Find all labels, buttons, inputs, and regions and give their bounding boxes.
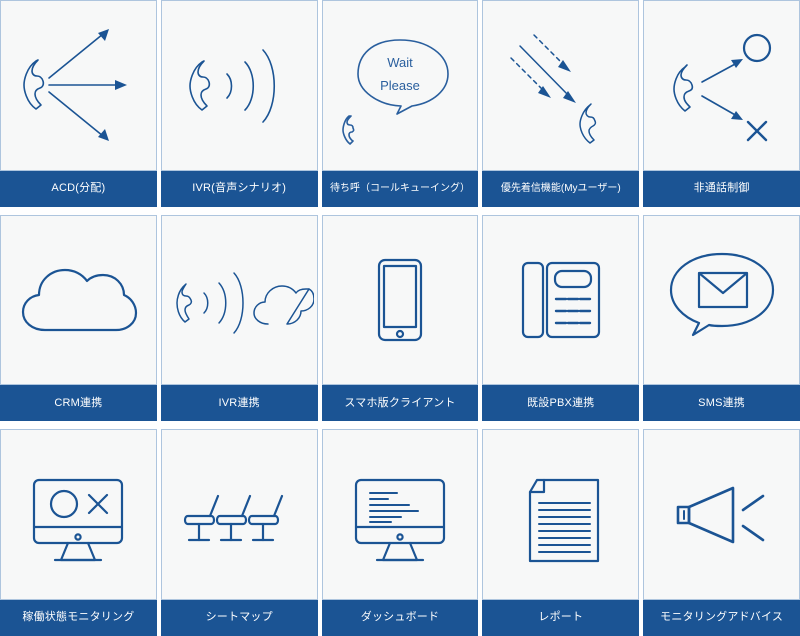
card-label-existing-pbx: 既設PBX連携 — [482, 385, 640, 422]
icon-card-non-call-control — [643, 0, 800, 171]
phone-soundwaves-cloud-icon — [176, 272, 315, 334]
feature-card-grid: ACD(分配) IVR(音声シナリオ) Wait Please 待ち呼（コールキ… — [0, 0, 800, 636]
feature-card-priority-incoming[interactable]: 優先着信機能(Myユーザー) — [482, 0, 640, 207]
wait-please-speech-bubble-icon: Wait Please — [342, 39, 449, 146]
incoming-arrows-phone-icon — [510, 34, 596, 145]
icon-card-existing-pbx — [482, 214, 640, 386]
smartphone-icon — [377, 258, 423, 342]
icon-card-priority-incoming — [482, 0, 640, 171]
feature-card-existing-pbx[interactable]: 既設PBX連携 — [482, 214, 640, 422]
card-label-status-monitoring: 稼働状態モニタリング — [0, 600, 157, 636]
card-label-report: レポート — [482, 600, 640, 636]
bubble-line-2: Please — [380, 78, 420, 93]
icon-card-seat-map — [160, 429, 318, 600]
icon-card-status-monitoring — [0, 429, 157, 600]
feature-card-sms-integration[interactable]: SMS連携 — [643, 214, 800, 422]
icon-card-monitoring-advice — [643, 429, 800, 600]
feature-card-ivr-integration[interactable]: IVR連携 — [160, 214, 318, 422]
feature-card-non-call-control[interactable]: 非通話制御 — [643, 0, 800, 207]
icon-card-call-queuing: Wait Please — [321, 0, 479, 171]
card-label-crm-integration: CRM連携 — [0, 385, 157, 422]
feature-card-call-queuing[interactable]: Wait Please 待ち呼（コールキューイング） — [321, 0, 479, 207]
card-label-ivr-integration: IVR連携 — [160, 385, 318, 422]
document-page-icon — [528, 478, 599, 562]
feature-card-status-monitoring[interactable]: 稼働状態モニタリング — [0, 429, 157, 636]
bubble-line-1: Wait — [387, 55, 413, 70]
monitor-circle-cross-icon — [33, 478, 124, 561]
megaphone-icon — [676, 486, 764, 543]
feature-card-smartphone-client[interactable]: スマホ版クライアント — [321, 214, 479, 422]
icon-card-acd — [0, 0, 157, 171]
icon-card-crm-integration — [0, 214, 157, 386]
card-label-monitoring-advice: モニタリングアドバイス — [643, 600, 800, 636]
card-label-ivr-voice-scenario: IVR(音声シナリオ) — [160, 170, 318, 207]
icon-card-report — [482, 429, 640, 600]
card-label-priority-incoming: 優先着信機能(Myユーザー) — [482, 170, 640, 207]
icon-card-dashboard — [321, 429, 479, 600]
card-label-seat-map: シートマップ — [160, 600, 318, 636]
phone-distribute-arrows-icon — [23, 29, 128, 142]
speech-bubble-envelope-icon — [669, 252, 774, 337]
feature-card-dashboard[interactable]: ダッシュボード — [321, 429, 479, 636]
icon-card-ivr-integration — [160, 214, 318, 386]
card-label-sms-integration: SMS連携 — [643, 385, 800, 422]
three-chairs-icon — [184, 494, 284, 541]
card-label-acd: ACD(分配) — [0, 170, 157, 207]
feature-card-seat-map[interactable]: シートマップ — [160, 429, 318, 636]
card-label-non-call-control: 非通話制御 — [643, 170, 800, 207]
feature-card-report[interactable]: レポート — [482, 429, 640, 636]
card-label-dashboard: ダッシュボード — [321, 600, 479, 636]
cloud-icon — [22, 268, 138, 332]
icon-card-ivr-voice-scenario — [160, 0, 318, 171]
feature-card-acd[interactable]: ACD(分配) — [0, 0, 157, 207]
card-label-call-queuing: 待ち呼（コールキューイング） — [321, 170, 479, 207]
desk-phone-icon — [521, 261, 600, 339]
feature-card-ivr-voice-scenario[interactable]: IVR(音声シナリオ) — [160, 0, 318, 207]
feature-card-crm-integration[interactable]: CRM連携 — [0, 214, 157, 422]
icon-card-smartphone-client — [321, 214, 479, 386]
phone-circle-cross-icon — [672, 34, 771, 142]
card-label-smartphone-client: スマホ版クライアント — [321, 385, 479, 422]
monitor-textlines-icon — [354, 478, 446, 561]
phone-soundwaves-icon — [189, 49, 276, 124]
feature-card-monitoring-advice[interactable]: モニタリングアドバイス — [643, 429, 800, 636]
icon-card-sms-integration — [643, 214, 800, 386]
